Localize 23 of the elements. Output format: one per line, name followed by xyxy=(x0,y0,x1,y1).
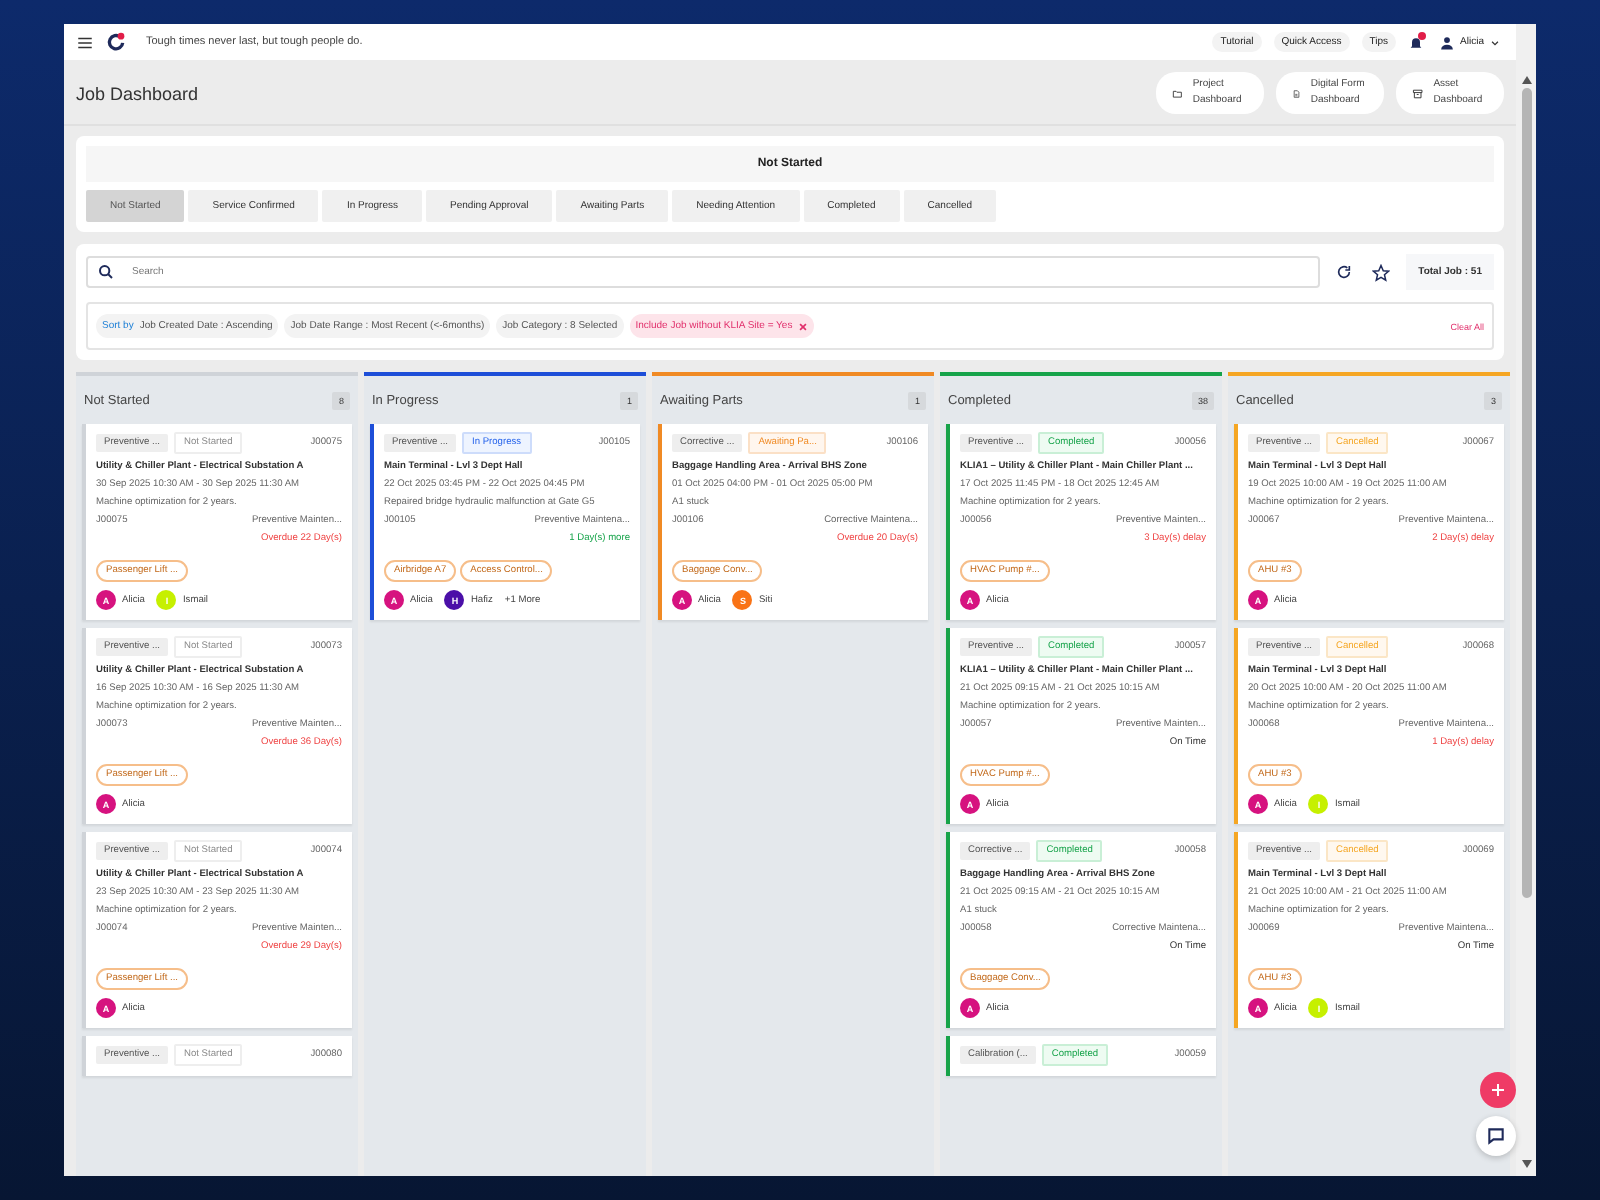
notification-bell-icon[interactable] xyxy=(1408,33,1425,51)
chat-bubble-icon xyxy=(1486,1126,1506,1146)
scroll-up-icon[interactable] xyxy=(1521,76,1531,84)
job-card[interactable] xyxy=(1234,832,1504,1028)
chevron-down-icon xyxy=(1490,37,1500,47)
job-card[interactable] xyxy=(658,424,928,620)
page-title: Job Dashboard xyxy=(76,83,201,103)
document-icon xyxy=(1292,85,1301,101)
job-card[interactable] xyxy=(1234,628,1504,824)
user-icon xyxy=(1440,35,1455,49)
close-icon[interactable] xyxy=(798,321,809,331)
scroll-down-icon[interactable] xyxy=(1521,1160,1531,1168)
job-card[interactable] xyxy=(1234,424,1504,620)
plus-icon xyxy=(1490,1082,1506,1098)
job-card[interactable] xyxy=(946,628,1216,824)
scrollbar[interactable] xyxy=(1516,24,1536,1176)
archive-box-icon xyxy=(1412,85,1424,101)
star-icon[interactable] xyxy=(1368,259,1395,285)
logo-icon xyxy=(106,32,126,52)
menu-icon xyxy=(76,33,94,51)
job-card[interactable] xyxy=(946,424,1216,620)
folder-icon xyxy=(1172,85,1183,101)
job-card[interactable] xyxy=(370,424,640,620)
